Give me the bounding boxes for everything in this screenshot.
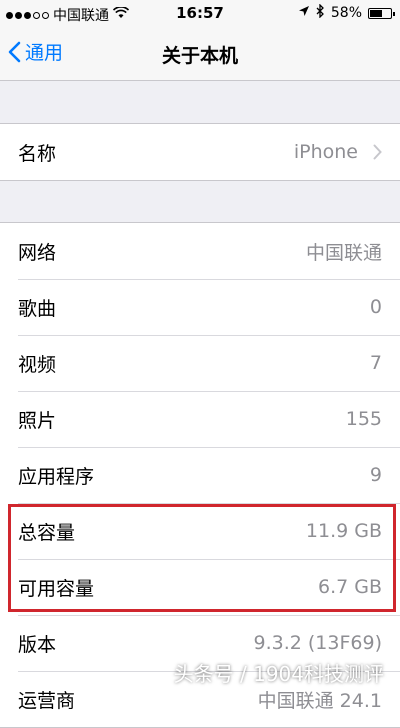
row-label: 运营商 — [18, 689, 76, 712]
row-value: 7 — [369, 352, 382, 374]
row-songs: 歌曲 0 — [0, 279, 400, 335]
row-value: iPhone — [293, 141, 358, 163]
row-value: 155 — [345, 408, 382, 430]
chevron-right-icon — [373, 144, 382, 160]
battery-icon — [368, 7, 395, 19]
row-value: 中国联通 — [305, 241, 382, 264]
row-value: 11.9 GB — [305, 520, 382, 542]
row-label: 名称 — [18, 142, 57, 165]
row-network: 网络 中国联通 — [0, 223, 400, 279]
row-label: 视频 — [18, 353, 57, 376]
page-title: 关于本机 — [161, 45, 238, 67]
status-bar: 中国联通 16:57 58% — [0, 0, 400, 28]
row-available: 可用容量 6.7 GB — [0, 559, 400, 615]
row-videos: 视频 7 — [0, 335, 400, 391]
row-label: 网络 — [18, 241, 57, 264]
name-group: 名称 iPhone — [0, 123, 400, 181]
row-label: 应用程序 — [18, 465, 95, 488]
row-label: 版本 — [18, 633, 57, 656]
watermark: 头条号 / 1904科技测评 — [173, 662, 384, 686]
row-photos: 照片 155 — [0, 391, 400, 447]
status-right: 58% — [298, 3, 395, 22]
info-group: 网络 中国联通 歌曲 0 视频 7 照片 155 应用程序 9 总容量 11.9… — [0, 222, 400, 728]
nav-bar: 通用 关于本机 — [0, 28, 400, 81]
row-label: 歌曲 — [18, 297, 57, 320]
row-label: 照片 — [18, 409, 57, 432]
row-label: 可用容量 — [18, 577, 95, 600]
battery-fill — [370, 9, 382, 17]
row-capacity: 总容量 11.9 GB — [0, 503, 400, 559]
row-name[interactable]: 名称 iPhone — [0, 124, 400, 180]
row-value: 中国联通 24.1 — [257, 689, 382, 712]
bluetooth-icon — [316, 3, 325, 22]
row-value: 9.3.2 (13F69) — [253, 632, 383, 654]
location-icon — [298, 5, 310, 21]
row-value: 9 — [369, 464, 382, 486]
row-label: 总容量 — [18, 521, 76, 544]
row-applications: 应用程序 9 — [0, 447, 400, 503]
battery-percent: 58% — [330, 5, 362, 21]
row-value: 0 — [369, 296, 382, 318]
row-value: 6.7 GB — [317, 576, 382, 598]
